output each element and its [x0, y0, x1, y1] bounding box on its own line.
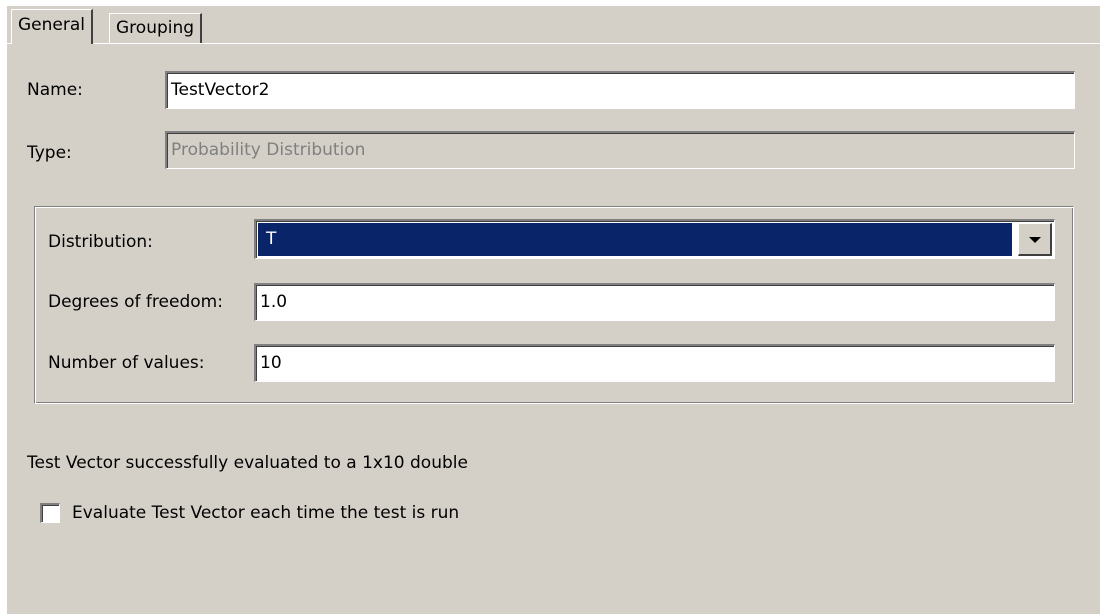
- distribution-selected-value: T: [258, 223, 1012, 256]
- type-field: Probability Distribution: [165, 131, 1075, 169]
- distribution-dropdown-button[interactable]: [1018, 223, 1052, 256]
- name-label: Name:: [27, 80, 83, 100]
- evaluate-checkbox-label[interactable]: Evaluate Test Vector each time the test …: [72, 503, 459, 523]
- degrees-of-freedom-label: Degrees of freedom:: [48, 292, 223, 312]
- status-message: Test Vector successfully evaluated to a …: [27, 453, 468, 473]
- tab-general-label: General: [18, 15, 85, 35]
- number-of-values-input[interactable]: 10: [254, 344, 1055, 382]
- distribution-select[interactable]: T: [254, 219, 1055, 259]
- tab-grouping-label: Grouping: [116, 18, 195, 38]
- tab-strip-divider: [7, 43, 1100, 44]
- tab-grouping[interactable]: Grouping: [109, 13, 203, 43]
- evaluate-checkbox[interactable]: [40, 503, 60, 523]
- type-label: Type:: [27, 143, 72, 163]
- degrees-of-freedom-input[interactable]: 1.0: [254, 283, 1055, 321]
- chevron-down-icon: [1028, 237, 1041, 243]
- tab-general[interactable]: General: [11, 9, 93, 44]
- number-of-values-label: Number of values:: [48, 353, 205, 373]
- distribution-label: Distribution:: [48, 232, 153, 252]
- name-input[interactable]: TestVector2: [165, 71, 1075, 109]
